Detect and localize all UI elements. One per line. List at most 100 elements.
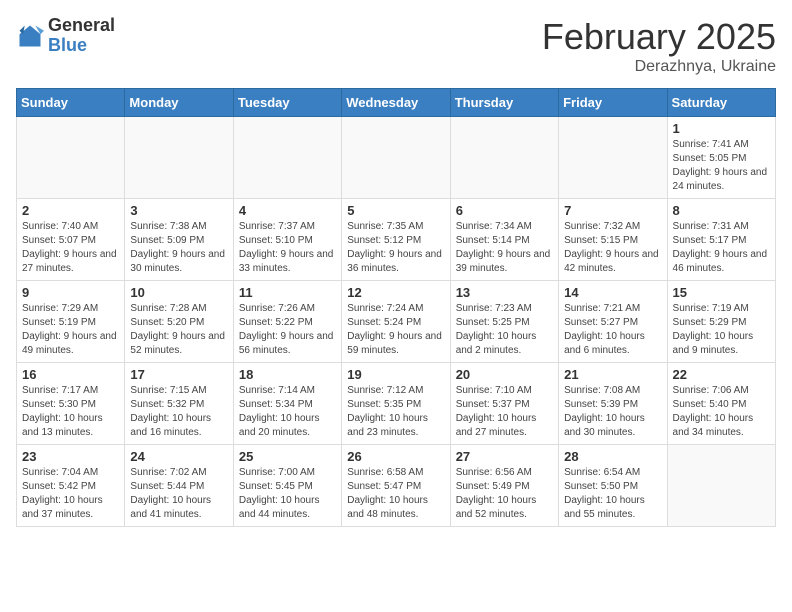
day-info: Sunrise: 7:26 AM Sunset: 5:22 PM Dayligh… — [239, 302, 336, 358]
day-number: 14 — [564, 285, 661, 300]
day-info: Sunrise: 7:21 AM Sunset: 5:27 PM Dayligh… — [564, 302, 661, 358]
weekday-header-friday: Friday — [559, 89, 667, 117]
calendar-cell: 28 Sunrise: 6:54 AM Sunset: 5:50 PM Dayli… — [559, 445, 667, 527]
header: General Blue February 2025 Derazhnya, Uk… — [16, 16, 776, 76]
calendar-cell: 7 Sunrise: 7:32 AM Sunset: 5:15 PM Daylig… — [559, 199, 667, 281]
day-info: Sunrise: 7:34 AM Sunset: 5:14 PM Dayligh… — [456, 220, 553, 276]
day-number: 2 — [22, 203, 119, 218]
calendar-cell — [125, 117, 233, 199]
calendar-cell: 18Sunrise: 7:14 AM Sunset: 5:34 PM Dayli… — [233, 363, 341, 445]
day-number: 22 — [673, 367, 770, 382]
weekday-header-monday: Monday — [125, 89, 233, 117]
calendar-cell: 25 Sunrise: 7:00 AM Sunset: 5:45 PM Dayli… — [233, 445, 341, 527]
calendar-cell — [342, 117, 450, 199]
day-info: Sunrise: 7:23 AM Sunset: 5:25 PM Dayligh… — [456, 302, 553, 358]
calendar-cell: 9Sunrise: 7:29 AM Sunset: 5:19 PM Daylig… — [17, 281, 125, 363]
calendar-cell: 3 Sunrise: 7:38 AM Sunset: 5:09 PM Daylig… — [125, 199, 233, 281]
calendar-cell: 5Sunrise: 7:35 AM Sunset: 5:12 PM Daylig… — [342, 199, 450, 281]
day-number: 26 — [347, 449, 444, 464]
day-number: 3 — [130, 203, 227, 218]
weekday-header-row: SundayMondayTuesdayWednesdayThursdayFrid… — [17, 89, 776, 117]
calendar-cell: 26 Sunrise: 6:58 AM Sunset: 5:47 PM Dayli… — [342, 445, 450, 527]
calendar-cell: 11 Sunrise: 7:26 AM Sunset: 5:22 PM Dayli… — [233, 281, 341, 363]
calendar-week-row-1: 1 Sunrise: 7:41 AM Sunset: 5:05 PM Daylig… — [17, 117, 776, 199]
weekday-header-sunday: Sunday — [17, 89, 125, 117]
calendar-cell — [667, 445, 775, 527]
day-info: Sunrise: 7:08 AM Sunset: 5:39 PM Dayligh… — [564, 384, 661, 440]
logo-text: General Blue — [48, 16, 115, 56]
calendar-cell: 23Sunrise: 7:04 AM Sunset: 5:42 PM Dayli… — [17, 445, 125, 527]
day-number: 25 — [239, 449, 336, 464]
logo-icon — [16, 22, 44, 50]
day-number: 17 — [130, 367, 227, 382]
calendar-cell: 27 Sunrise: 6:56 AM Sunset: 5:49 PM Dayli… — [450, 445, 558, 527]
day-info: Sunrise: 7:02 AM Sunset: 5:44 PM Dayligh… — [130, 466, 227, 522]
day-number: 15 — [673, 285, 770, 300]
calendar-cell: 24 Sunrise: 7:02 AM Sunset: 5:44 PM Dayli… — [125, 445, 233, 527]
day-info: Sunrise: 7:41 AM Sunset: 5:05 PM Dayligh… — [673, 138, 770, 194]
weekday-header-wednesday: Wednesday — [342, 89, 450, 117]
day-info: Sunrise: 7:14 AM Sunset: 5:34 PM Dayligh… — [239, 384, 336, 440]
day-info: Sunrise: 7:04 AM Sunset: 5:42 PM Dayligh… — [22, 466, 119, 522]
logo-general-text: General — [48, 16, 115, 36]
calendar-cell: 15 Sunrise: 7:19 AM Sunset: 5:29 PM Dayli… — [667, 281, 775, 363]
day-number: 8 — [673, 203, 770, 218]
day-info: Sunrise: 7:19 AM Sunset: 5:29 PM Dayligh… — [673, 302, 770, 358]
day-info: Sunrise: 7:37 AM Sunset: 5:10 PM Dayligh… — [239, 220, 336, 276]
calendar-cell: 17 Sunrise: 7:15 AM Sunset: 5:32 PM Dayli… — [125, 363, 233, 445]
day-number: 1 — [673, 121, 770, 136]
day-info: Sunrise: 6:58 AM Sunset: 5:47 PM Dayligh… — [347, 466, 444, 522]
day-number: 9 — [22, 285, 119, 300]
day-number: 20 — [456, 367, 553, 382]
calendar-table: SundayMondayTuesdayWednesdayThursdayFrid… — [16, 88, 776, 527]
day-number: 12 — [347, 285, 444, 300]
day-info: Sunrise: 7:31 AM Sunset: 5:17 PM Dayligh… — [673, 220, 770, 276]
calendar-cell: 19Sunrise: 7:12 AM Sunset: 5:35 PM Dayli… — [342, 363, 450, 445]
calendar-cell: 8 Sunrise: 7:31 AM Sunset: 5:17 PM Daylig… — [667, 199, 775, 281]
calendar-cell — [233, 117, 341, 199]
day-number: 11 — [239, 285, 336, 300]
weekday-header-tuesday: Tuesday — [233, 89, 341, 117]
day-info: Sunrise: 7:28 AM Sunset: 5:20 PM Dayligh… — [130, 302, 227, 358]
day-number: 7 — [564, 203, 661, 218]
calendar-week-row-4: 16Sunrise: 7:17 AM Sunset: 5:30 PM Dayli… — [17, 363, 776, 445]
calendar-cell — [450, 117, 558, 199]
day-number: 13 — [456, 285, 553, 300]
day-info: Sunrise: 7:40 AM Sunset: 5:07 PM Dayligh… — [22, 220, 119, 276]
day-number: 21 — [564, 367, 661, 382]
day-info: Sunrise: 7:00 AM Sunset: 5:45 PM Dayligh… — [239, 466, 336, 522]
day-number: 19 — [347, 367, 444, 382]
calendar-cell: 20Sunrise: 7:10 AM Sunset: 5:37 PM Dayli… — [450, 363, 558, 445]
day-info: Sunrise: 6:56 AM Sunset: 5:49 PM Dayligh… — [456, 466, 553, 522]
day-number: 4 — [239, 203, 336, 218]
month-title: February 2025 — [542, 16, 776, 58]
calendar-cell: 16Sunrise: 7:17 AM Sunset: 5:30 PM Dayli… — [17, 363, 125, 445]
day-number: 24 — [130, 449, 227, 464]
calendar-cell: 6 Sunrise: 7:34 AM Sunset: 5:14 PM Daylig… — [450, 199, 558, 281]
calendar-cell: 1 Sunrise: 7:41 AM Sunset: 5:05 PM Daylig… — [667, 117, 775, 199]
calendar-cell: 22 Sunrise: 7:06 AM Sunset: 5:40 PM Dayli… — [667, 363, 775, 445]
calendar-cell: 21 Sunrise: 7:08 AM Sunset: 5:39 PM Dayli… — [559, 363, 667, 445]
day-info: Sunrise: 6:54 AM Sunset: 5:50 PM Dayligh… — [564, 466, 661, 522]
calendar-cell: 10 Sunrise: 7:28 AM Sunset: 5:20 PM Dayli… — [125, 281, 233, 363]
day-number: 27 — [456, 449, 553, 464]
day-info: Sunrise: 7:06 AM Sunset: 5:40 PM Dayligh… — [673, 384, 770, 440]
weekday-header-thursday: Thursday — [450, 89, 558, 117]
calendar-cell — [559, 117, 667, 199]
calendar-week-row-2: 2 Sunrise: 7:40 AM Sunset: 5:07 PM Daylig… — [17, 199, 776, 281]
calendar-cell — [17, 117, 125, 199]
day-number: 10 — [130, 285, 227, 300]
location-subtitle: Derazhnya, Ukraine — [542, 58, 776, 76]
calendar-cell: 2 Sunrise: 7:40 AM Sunset: 5:07 PM Daylig… — [17, 199, 125, 281]
calendar-cell: 13 Sunrise: 7:23 AM Sunset: 5:25 PM Dayli… — [450, 281, 558, 363]
calendar-cell: 12 Sunrise: 7:24 AM Sunset: 5:24 PM Dayli… — [342, 281, 450, 363]
title-area: February 2025 Derazhnya, Ukraine — [542, 16, 776, 76]
day-info: Sunrise: 7:24 AM Sunset: 5:24 PM Dayligh… — [347, 302, 444, 358]
day-number: 6 — [456, 203, 553, 218]
day-number: 28 — [564, 449, 661, 464]
day-info: Sunrise: 7:15 AM Sunset: 5:32 PM Dayligh… — [130, 384, 227, 440]
logo-blue-text: Blue — [48, 36, 115, 56]
day-info: Sunrise: 7:32 AM Sunset: 5:15 PM Dayligh… — [564, 220, 661, 276]
day-info: Sunrise: 7:38 AM Sunset: 5:09 PM Dayligh… — [130, 220, 227, 276]
calendar-cell: 14 Sunrise: 7:21 AM Sunset: 5:27 PM Dayli… — [559, 281, 667, 363]
